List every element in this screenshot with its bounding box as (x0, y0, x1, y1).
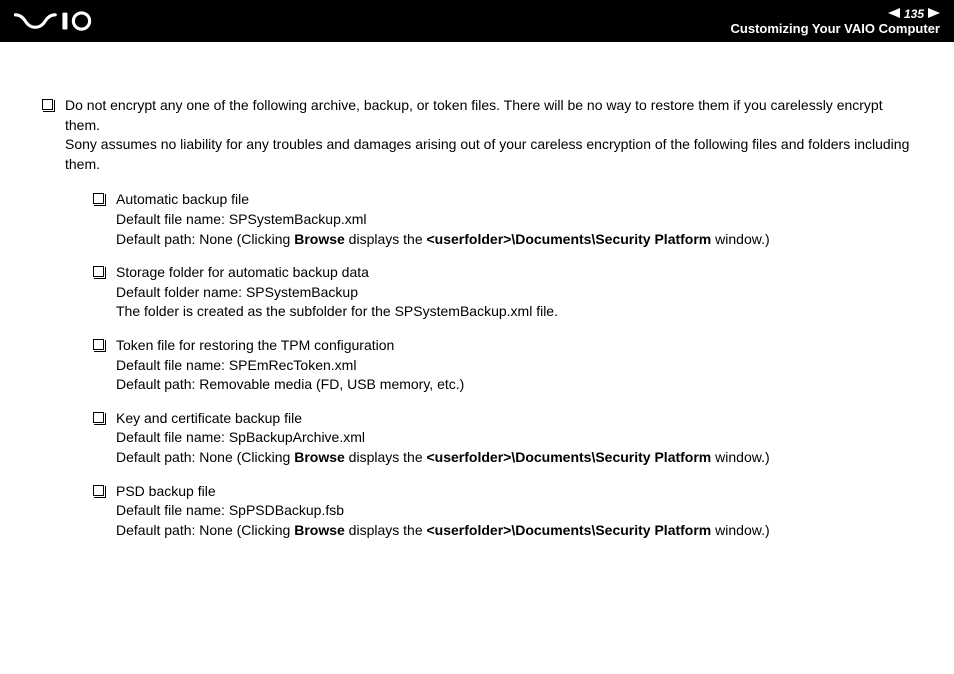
sub-item-4: PSD backup file Default file name: SpPSD… (93, 482, 912, 541)
item-line3-bold2: <userfolder>\Documents\Security Platform (427, 522, 712, 538)
item-line3-prefix: Default path: None (Clicking (116, 231, 294, 247)
sub-item-2: Token file for restoring the TPM configu… (93, 336, 912, 395)
item-line3-bold1: Browse (294, 231, 345, 247)
item-line2: Default file name: SPSystemBackup.xml (116, 211, 367, 227)
item-line3-bold1: Browse (294, 449, 345, 465)
page-number: 135 (904, 7, 924, 21)
sub-text: Automatic backup file Default file name:… (116, 190, 770, 249)
item-line3: Default path: Removable media (FD, USB m… (116, 376, 464, 392)
sub-item-0: Automatic backup file Default file name:… (93, 190, 912, 249)
item-title: PSD backup file (116, 483, 216, 499)
item-line2: Default file name: SpBackupArchive.xml (116, 429, 365, 445)
prev-page-arrow[interactable] (888, 8, 900, 20)
item-line3-prefix: Default path: None (Clicking (116, 449, 294, 465)
bullet-icon (93, 266, 104, 277)
sub-item-1: Storage folder for automatic backup data… (93, 263, 912, 322)
bullet-icon (93, 412, 104, 423)
main-list-item: Do not encrypt any one of the following … (42, 96, 912, 554)
item-title: Key and certificate backup file (116, 410, 302, 426)
main-text-block: Do not encrypt any one of the following … (65, 96, 912, 554)
sub-text: Token file for restoring the TPM configu… (116, 336, 464, 395)
header-bar: 135 Customizing Your VAIO Computer (0, 0, 954, 42)
bullet-icon (93, 193, 104, 204)
bullet-icon (93, 339, 104, 350)
item-line3-mid: displays the (345, 231, 427, 247)
sub-text: Storage folder for automatic backup data… (116, 263, 558, 322)
item-line3-bold2: <userfolder>\Documents\Security Platform (427, 231, 712, 247)
item-line3-mid: displays the (345, 522, 427, 538)
sub-item-3: Key and certificate backup file Default … (93, 409, 912, 468)
item-line2: Default file name: SPEmRecToken.xml (116, 357, 356, 373)
bullet-icon (42, 99, 53, 110)
item-line3-prefix: Default path: None (Clicking (116, 522, 294, 538)
item-line3-suffix: window.) (711, 449, 769, 465)
item-line3: The folder is created as the subfolder f… (116, 303, 558, 319)
next-page-arrow[interactable] (928, 8, 940, 20)
item-line3-suffix: window.) (711, 522, 769, 538)
item-title: Token file for restoring the TPM configu… (116, 337, 394, 353)
item-line3-bold1: Browse (294, 522, 345, 538)
sub-text: PSD backup file Default file name: SpPSD… (116, 482, 770, 541)
item-line2: Default file name: SpPSDBackup.fsb (116, 502, 344, 518)
intro-line-2: Sony assumes no liability for any troubl… (65, 136, 909, 172)
item-line3-bold2: <userfolder>\Documents\Security Platform (427, 449, 712, 465)
item-line2: Default folder name: SPSystemBackup (116, 284, 358, 300)
page-content: Do not encrypt any one of the following … (0, 42, 954, 554)
intro-line-1: Do not encrypt any one of the following … (65, 97, 883, 133)
item-title: Storage folder for automatic backup data (116, 264, 369, 280)
sub-list: Automatic backup file Default file name:… (93, 190, 912, 540)
header-right: 135 Customizing Your VAIO Computer (731, 7, 940, 36)
vaio-logo (14, 11, 114, 31)
page-navigation: 135 (888, 7, 940, 21)
item-line3-suffix: window.) (711, 231, 769, 247)
sub-text: Key and certificate backup file Default … (116, 409, 770, 468)
item-line3-mid: displays the (345, 449, 427, 465)
bullet-icon (93, 485, 104, 496)
section-title: Customizing Your VAIO Computer (731, 21, 940, 36)
item-title: Automatic backup file (116, 191, 249, 207)
